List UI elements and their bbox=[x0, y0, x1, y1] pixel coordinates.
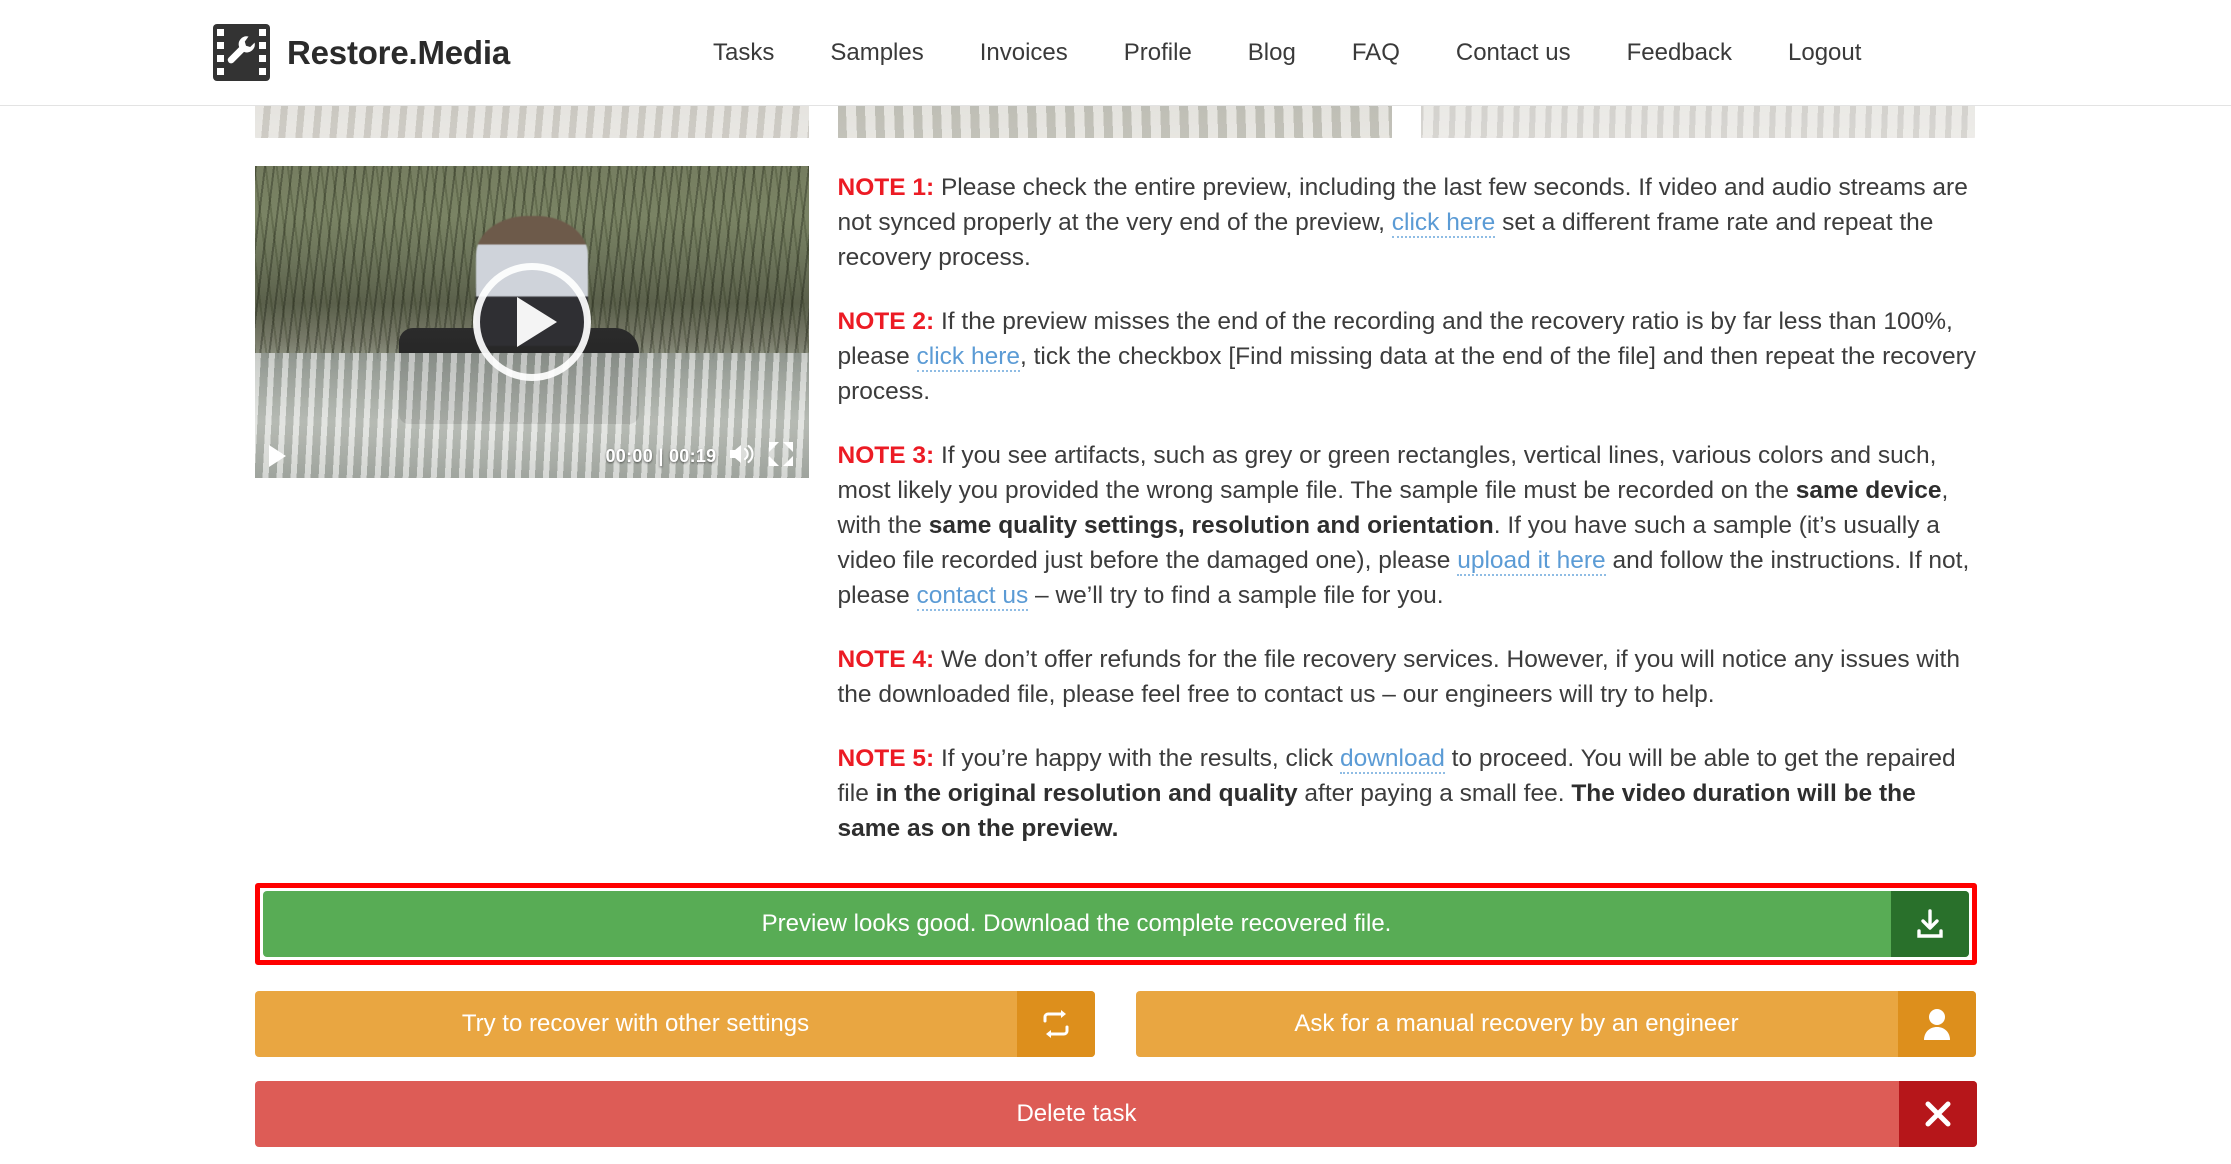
video-column: 00:00 | 00:19 bbox=[254, 166, 809, 847]
note-3-link-upload-it-here[interactable]: upload it here bbox=[1457, 547, 1606, 577]
note-2-link-click-here[interactable]: click here bbox=[916, 343, 1020, 373]
note-3-bold-1: same device bbox=[1795, 477, 1942, 505]
preview-thumbnail[interactable] bbox=[1420, 106, 1975, 138]
page-body: 00:00 | 00:19 NOTE 1: Please check the e… bbox=[0, 106, 2231, 1164]
try-other-settings-button[interactable]: Try to recover with other settings bbox=[254, 990, 1095, 1057]
nav-tasks[interactable]: Tasks bbox=[685, 39, 802, 67]
note-4: NOTE 4: We don’t offer refunds for the f… bbox=[838, 642, 1977, 712]
primary-nav: Tasks Samples Invoices Profile Blog FAQ … bbox=[685, 39, 1889, 67]
download-button-highlight: Preview looks good. Download the complet… bbox=[254, 882, 1977, 965]
play-icon[interactable] bbox=[268, 445, 286, 467]
nav-feedback[interactable]: Feedback bbox=[1599, 39, 1760, 67]
preview-thumbnail-strip bbox=[254, 106, 1977, 138]
note-5-text-1: If you’re happy with the results, click bbox=[934, 745, 1340, 773]
big-play-button[interactable] bbox=[472, 263, 591, 381]
note-3-text-1: If you see artifacts, such as grey or gr… bbox=[837, 442, 1937, 505]
nav-blog[interactable]: Blog bbox=[1220, 39, 1324, 67]
nav-samples[interactable]: Samples bbox=[802, 39, 951, 67]
note-2-label: NOTE 2: bbox=[837, 308, 935, 336]
manual-recovery-label: Ask for a manual recovery by an engineer bbox=[1294, 1009, 1739, 1037]
brand-name: Restore.Media bbox=[287, 33, 510, 71]
note-5-bold-1: in the original resolution and quality bbox=[875, 780, 1298, 808]
preview-thumbnail[interactable] bbox=[837, 106, 1392, 138]
note-4-label: NOTE 4: bbox=[837, 646, 935, 674]
close-x-icon bbox=[1898, 1080, 1977, 1147]
note-2: NOTE 2: If the preview misses the end of… bbox=[838, 304, 1977, 409]
nav-faq[interactable]: FAQ bbox=[1324, 39, 1428, 67]
notes-column: NOTE 1: Please check the entire preview,… bbox=[838, 166, 1977, 847]
download-button-label: Preview looks good. Download the complet… bbox=[761, 909, 1392, 937]
download-icon bbox=[1890, 890, 1969, 957]
secondary-button-row: Try to recover with other settings Ask f… bbox=[254, 990, 1977, 1057]
note-5-text-3: after paying a small fee. bbox=[1297, 780, 1572, 808]
person-icon bbox=[1897, 990, 1976, 1057]
note-5-label: NOTE 5: bbox=[837, 745, 935, 773]
note-5: NOTE 5: If you’re happy with the results… bbox=[838, 741, 1977, 846]
brand-logo-link[interactable]: Restore.Media bbox=[213, 24, 510, 81]
volume-icon[interactable] bbox=[727, 441, 757, 472]
video-player[interactable]: 00:00 | 00:19 bbox=[254, 166, 809, 478]
nav-profile[interactable]: Profile bbox=[1096, 39, 1220, 67]
video-controls-bar: 00:00 | 00:19 bbox=[255, 434, 809, 478]
note-3-link-contact-us[interactable]: contact us bbox=[916, 582, 1029, 612]
note-4-text-1: We don’t offer refunds for the file reco… bbox=[837, 646, 1960, 709]
manual-recovery-button[interactable]: Ask for a manual recovery by an engineer bbox=[1135, 990, 1976, 1057]
nav-contact-us[interactable]: Contact us bbox=[1428, 39, 1599, 67]
note-1: NOTE 1: Please check the entire preview,… bbox=[838, 170, 1977, 275]
top-navigation-bar: Restore.Media Tasks Samples Invoices Pro… bbox=[0, 0, 2231, 106]
nav-invoices[interactable]: Invoices bbox=[952, 39, 1096, 67]
try-other-settings-label: Try to recover with other settings bbox=[461, 1009, 810, 1037]
action-buttons: Preview looks good. Download the complet… bbox=[254, 882, 1977, 1164]
note-3-label: NOTE 3: bbox=[837, 442, 935, 470]
delete-button-row: Delete task bbox=[254, 1080, 1977, 1147]
note-3-bold-2: same quality settings, resolution and or… bbox=[928, 512, 1494, 540]
note-1-label: NOTE 1: bbox=[837, 174, 935, 201]
content-container: 00:00 | 00:19 NOTE 1: Please check the e… bbox=[254, 106, 1977, 1164]
note-5-link-download[interactable]: download bbox=[1339, 745, 1445, 775]
preview-thumbnail[interactable] bbox=[254, 106, 809, 138]
film-wrench-logo-icon bbox=[213, 24, 270, 81]
main-columns: 00:00 | 00:19 NOTE 1: Please check the e… bbox=[254, 166, 1977, 847]
download-complete-file-button[interactable]: Preview looks good. Download the complet… bbox=[262, 890, 1969, 957]
delete-task-button[interactable]: Delete task bbox=[254, 1080, 1977, 1147]
note-3-text-5: – we’ll try to find a sample file for yo… bbox=[1028, 582, 1444, 610]
play-icon bbox=[517, 297, 557, 347]
note-1-link-click-here[interactable]: click here bbox=[1391, 209, 1496, 239]
nav-logout[interactable]: Logout bbox=[1760, 39, 1889, 67]
delete-task-label: Delete task bbox=[1016, 1099, 1137, 1127]
time-display: 00:00 | 00:19 bbox=[605, 445, 717, 466]
note-3: NOTE 3: If you see artifacts, such as gr… bbox=[838, 438, 1977, 613]
repeat-icon bbox=[1016, 990, 1095, 1057]
fullscreen-icon[interactable] bbox=[767, 440, 795, 473]
